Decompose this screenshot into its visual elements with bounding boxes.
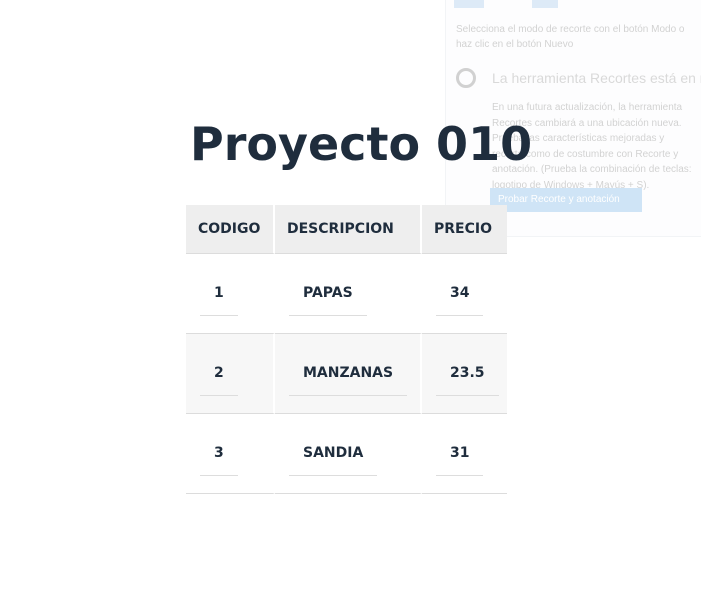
cell-precio: 23.5 [422, 334, 507, 414]
descripcion-value: PAPAS [289, 271, 367, 316]
cell-precio: 34 [422, 254, 507, 334]
cell-descripcion: SANDIA [275, 414, 422, 494]
precio-value: 23.5 [436, 351, 499, 396]
ghost-tab [532, 0, 558, 8]
ghost-tab [454, 0, 484, 8]
products-table: CODIGO DESCRIPCION PRECIO 1 PAPAS 34 2 M… [186, 205, 507, 494]
page-title: Proyecto 010 [190, 117, 533, 171]
cell-codigo: 3 [186, 414, 275, 494]
cell-descripcion: MANZANAS [275, 334, 422, 414]
descripcion-value: MANZANAS [289, 351, 408, 396]
snipping-tool-logo-icon [456, 68, 476, 88]
cell-precio: 31 [422, 414, 507, 494]
precio-value: 34 [436, 271, 484, 316]
table-row: 3 SANDIA 31 [186, 414, 507, 494]
codigo-value: 3 [200, 431, 238, 476]
codigo-value: 1 [200, 271, 238, 316]
ghost-toolbar [454, 0, 694, 10]
try-snip-sketch-button[interactable]: Probar Recorte y anotación [490, 188, 642, 212]
codigo-value: 2 [200, 351, 238, 396]
cell-codigo: 1 [186, 254, 275, 334]
column-header-codigo: CODIGO [186, 205, 275, 254]
column-header-precio: PRECIO [422, 205, 507, 254]
ghost-title: La herramienta Recortes está en movimien… [492, 70, 701, 86]
table-row: 1 PAPAS 34 [186, 254, 507, 334]
cell-descripcion: PAPAS [275, 254, 422, 334]
table-row: 2 MANZANAS 23.5 [186, 334, 507, 414]
ghost-description: Selecciona el modo de recorte con el bot… [456, 24, 685, 50]
descripcion-value: SANDIA [289, 431, 378, 476]
precio-value: 31 [436, 431, 484, 476]
column-header-descripcion: DESCRIPCION [275, 205, 422, 254]
cell-codigo: 2 [186, 334, 275, 414]
table-header-row: CODIGO DESCRIPCION PRECIO [186, 205, 507, 254]
